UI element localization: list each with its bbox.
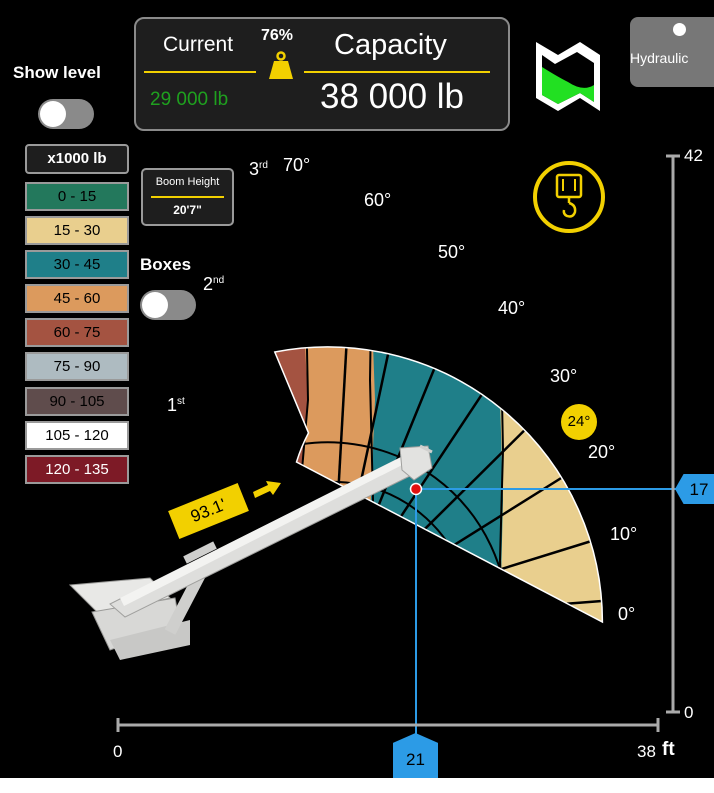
angle-label-0: 0°: [618, 604, 636, 624]
legend-item: 15 - 30: [25, 216, 129, 245]
toggle-knob: [142, 292, 168, 318]
y-axis-min-label: 0: [684, 703, 694, 722]
x-axis-min-label: 0: [113, 742, 123, 761]
hydraulic-label: Hydraulic: [630, 50, 689, 66]
angle-label-10: 10°: [610, 524, 638, 544]
capacity-value: 38 000 lb: [320, 77, 465, 116]
hydraulic-button[interactable]: Hydraulic: [630, 17, 714, 87]
zone-45-60: [300, 346, 375, 622]
load-percentage: 76%: [261, 27, 294, 44]
legend-item: 105 - 120: [25, 421, 129, 450]
boxes-toggle[interactable]: [140, 290, 196, 320]
boom-height-divider: [151, 196, 224, 198]
x-axis-max-label: 38: [637, 742, 656, 761]
angle-label-50: 50°: [438, 242, 466, 262]
angle-label-70: 70°: [283, 155, 311, 175]
arrow-icon: [253, 481, 281, 498]
boxes-label: Boxes: [140, 255, 192, 274]
x-axis-unit: ft: [662, 739, 675, 760]
show-level-label: Show level: [13, 63, 101, 82]
boom-tip-marker: [409, 482, 423, 496]
page: Current 29 000 lb 76% Capacity 38 000 lb…: [0, 0, 714, 793]
boom-height-panel: Boom Height 20'7": [141, 168, 234, 226]
legend-item: 75 - 90: [25, 352, 129, 381]
legend-item: 90 - 105: [25, 387, 129, 416]
angle-label-60: 60°: [364, 190, 392, 210]
boom-height-value: 20'7": [173, 203, 202, 217]
extension-label-2nd: 2nd: [203, 274, 225, 294]
capacity-label: Capacity: [334, 29, 447, 61]
legend-header: x1000 lb: [25, 144, 129, 174]
weight-icon: [269, 51, 293, 79]
boom-height-label: Boom Height: [155, 176, 220, 188]
radius-marker-value: 21: [406, 750, 425, 769]
extension-label-3rd: 3rd: [249, 159, 268, 179]
load-chart-screen: Current 29 000 lb 76% Capacity 38 000 lb…: [0, 0, 714, 778]
legend-item: 30 - 45: [25, 250, 129, 279]
angle-label-20: 20°: [588, 442, 616, 462]
y-axis-max-label: 42: [684, 146, 703, 165]
angle-label-40: 40°: [498, 298, 526, 318]
extension-label-1st: 1st: [167, 395, 185, 415]
legend-item: 60 - 75: [25, 318, 129, 347]
current-label: Current: [163, 33, 234, 56]
height-marker-value: 17: [689, 480, 709, 499]
legend-item: 45 - 60: [25, 284, 129, 313]
current-angle-value: 24°: [567, 413, 591, 430]
legend-item: 0 - 15: [25, 182, 129, 211]
current-value: 29 000 lb: [150, 89, 229, 110]
current-divider: [144, 71, 256, 73]
toggle-knob: [40, 101, 66, 127]
capacity-panel: Current 29 000 lb 76% Capacity 38 000 lb: [134, 17, 510, 131]
angle-label-30: 30°: [550, 366, 578, 386]
hydraulic-indicator-dot: [673, 23, 686, 36]
capacity-divider: [304, 71, 490, 73]
legend-item: 120 - 135: [25, 455, 129, 484]
zone-30-45-outer: [370, 346, 505, 622]
current-angle-badge: 24°: [561, 404, 597, 440]
show-level-toggle[interactable]: [38, 99, 94, 129]
hook-icon[interactable]: [533, 161, 605, 233]
map-icon[interactable]: [533, 37, 603, 113]
